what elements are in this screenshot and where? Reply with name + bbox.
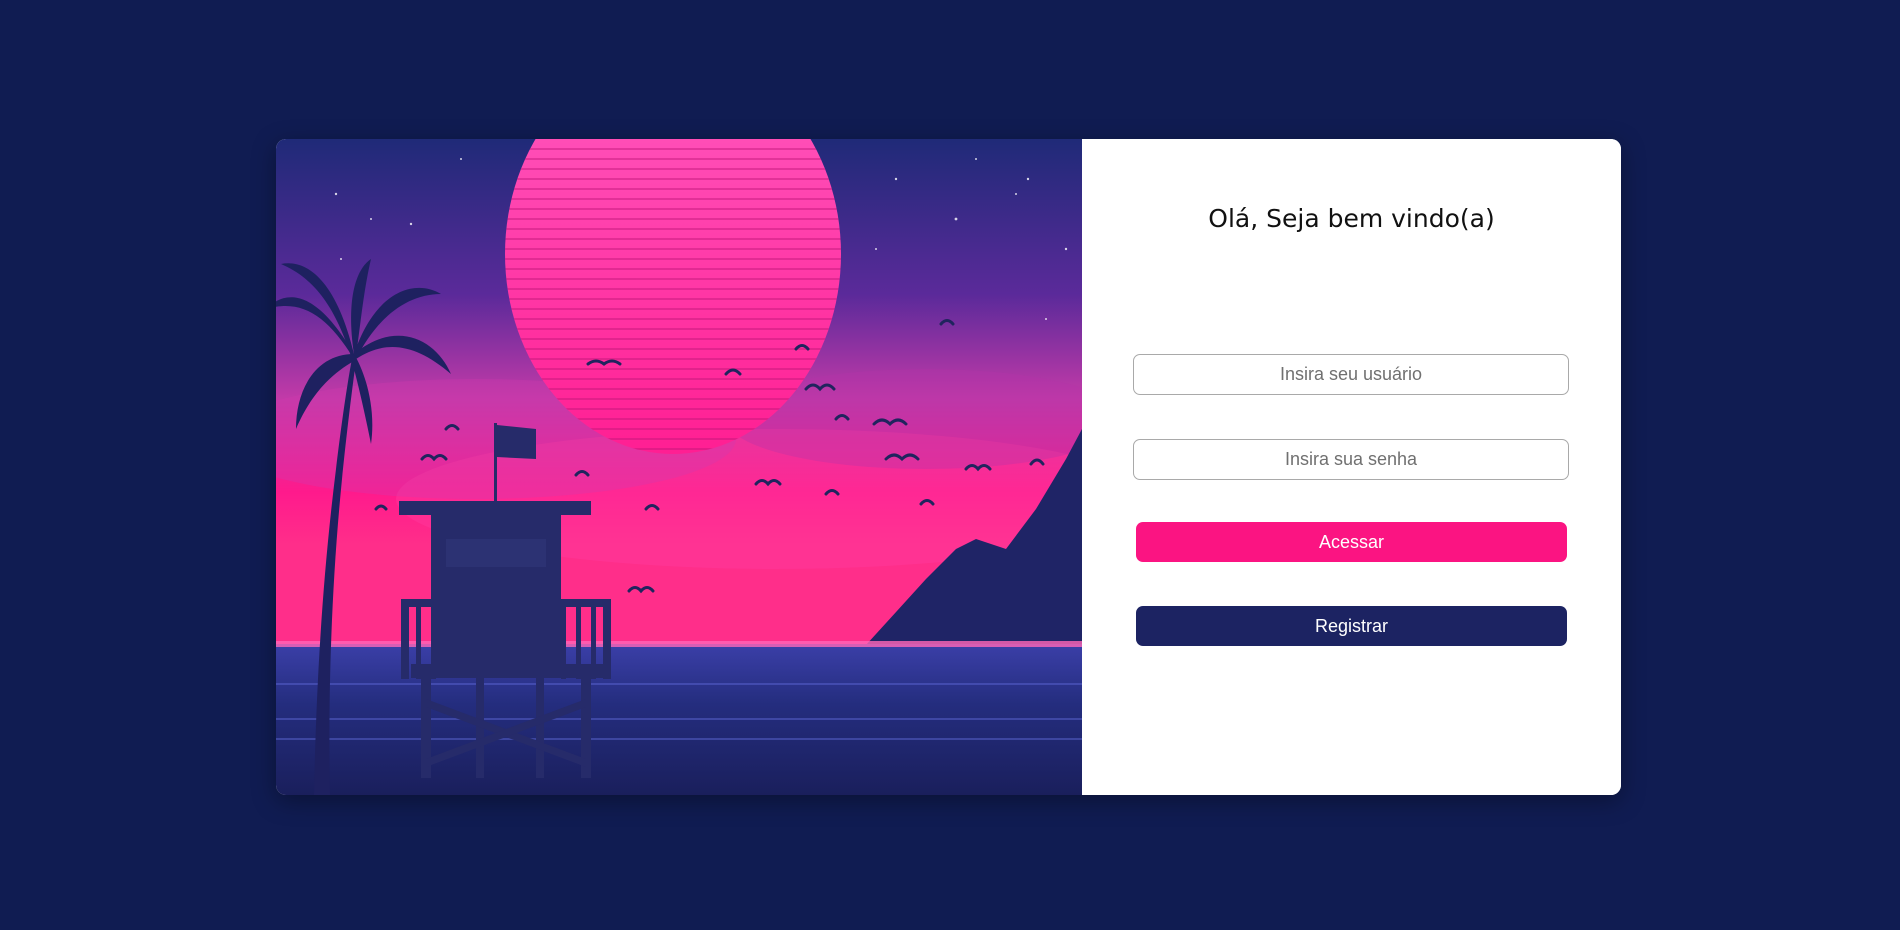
page-title: Olá, Seja bem vindo(a) [1208,204,1495,233]
password-input[interactable] [1133,439,1569,480]
login-panel: Olá, Seja bem vindo(a) Acessar Registrar [1082,139,1621,795]
username-input[interactable] [1133,354,1569,395]
hero-image [276,139,1082,795]
register-button[interactable]: Registrar [1136,606,1567,646]
login-button[interactable]: Acessar [1136,522,1567,562]
login-card: Olá, Seja bem vindo(a) Acessar Registrar [276,139,1621,795]
synthwave-beach-illustration [276,139,1082,795]
